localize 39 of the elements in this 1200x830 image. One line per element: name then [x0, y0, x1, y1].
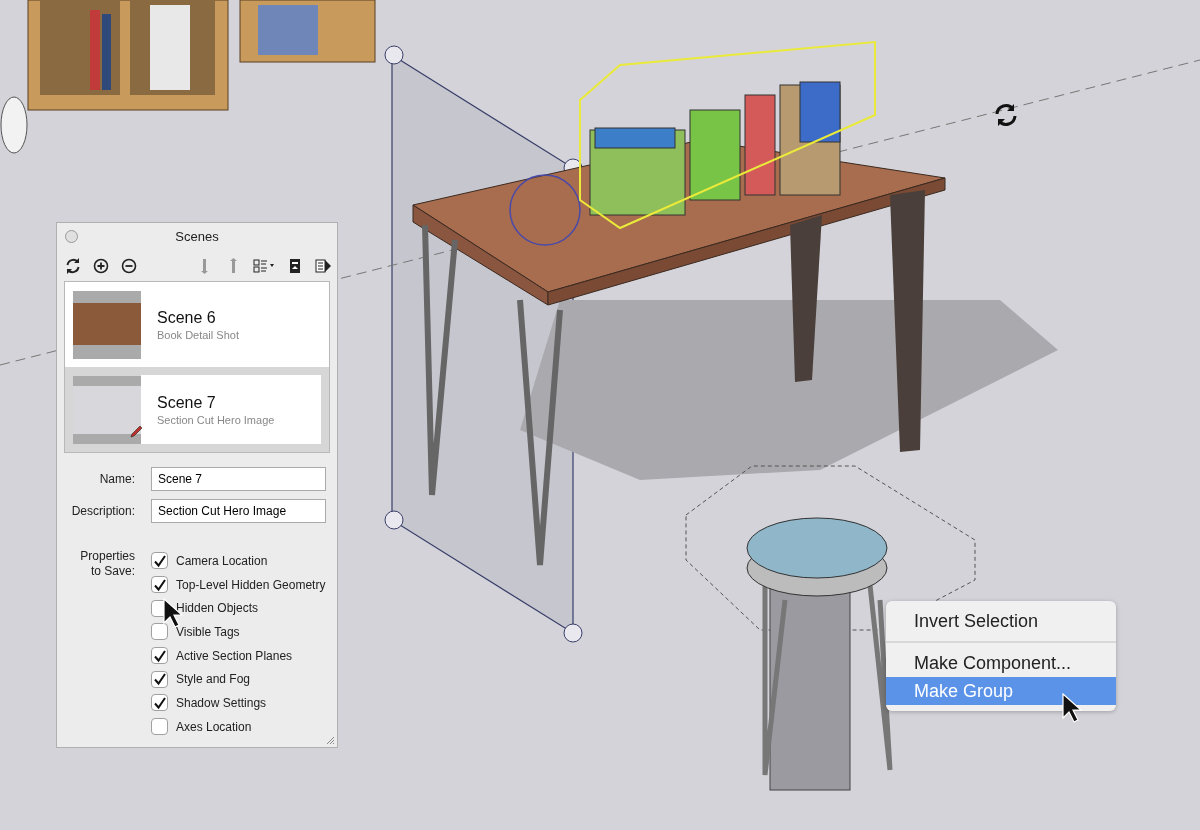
- view-options-icon[interactable]: [253, 258, 275, 274]
- photo-placeholder: [73, 290, 141, 359]
- menu-item[interactable]: Make Component...: [886, 649, 1116, 677]
- cursor-icon: [1062, 693, 1082, 723]
- checkbox-label: Hidden Objects: [176, 601, 259, 616]
- checkbox-label: Axes Location: [176, 719, 252, 734]
- refresh-icon[interactable]: [993, 102, 1019, 128]
- checkbox-label: Shadow Settings: [176, 695, 267, 710]
- checkbox-label: Style and Fog: [176, 672, 251, 687]
- checkbox[interactable]: [151, 552, 168, 570]
- name-field[interactable]: Scene 7: [151, 467, 326, 491]
- properties-label: Properties to Save:: [79, 549, 135, 579]
- photo-placeholder: [73, 375, 141, 444]
- panel-toggle-icon[interactable]: [287, 258, 303, 274]
- panel-title: Scenes: [175, 228, 219, 244]
- checkbox-label: Visible Tags: [176, 624, 240, 639]
- checkbox[interactable]: [151, 576, 168, 594]
- checkbox-label: Top-Level Hidden Geometry: [176, 577, 326, 592]
- field-label: Description:: [70, 504, 135, 518]
- scene-item[interactable]: Scene 7 Section Cut Hero Image: [65, 367, 329, 452]
- remove-icon[interactable]: [121, 258, 137, 274]
- checkbox[interactable]: [151, 694, 168, 712]
- field-label: Name:: [98, 472, 135, 486]
- details-icon[interactable]: [315, 258, 331, 274]
- scene-description: Book Detail Shot: [157, 328, 240, 341]
- checkbox[interactable]: [151, 623, 168, 641]
- checkbox[interactable]: [151, 647, 168, 665]
- menu-item[interactable]: Invert Selection: [886, 607, 1116, 635]
- scene-name: Scene 7: [157, 393, 217, 412]
- checkbox-label: Camera Location: [176, 553, 268, 568]
- scene-name: Scene 6: [157, 308, 217, 327]
- checkbox[interactable]: [151, 670, 168, 688]
- checkbox-label: Active Section Planes: [176, 648, 293, 663]
- description-field[interactable]: Section Cut Hero Image: [151, 499, 326, 523]
- add-icon[interactable]: [93, 258, 109, 274]
- refresh-icon[interactable]: [65, 258, 81, 274]
- scene-description: Section Cut Hero Image: [157, 413, 276, 426]
- checkbox[interactable]: [151, 718, 168, 736]
- resize-grip-icon[interactable]: [325, 735, 335, 745]
